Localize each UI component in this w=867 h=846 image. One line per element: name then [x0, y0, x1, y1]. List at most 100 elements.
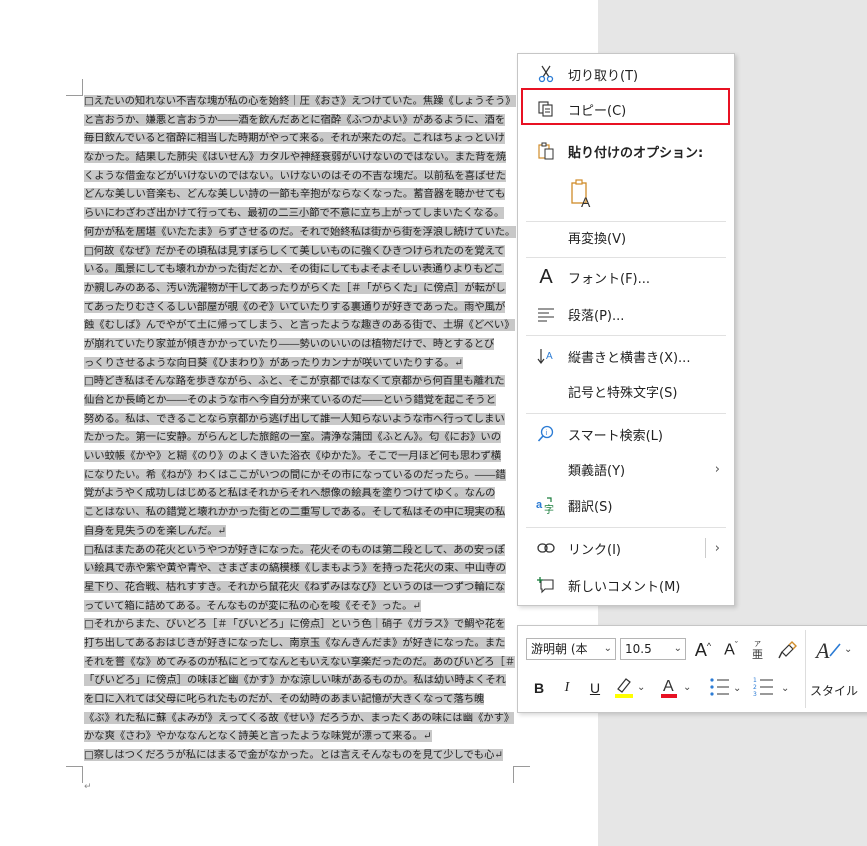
numbering-button[interactable]: 1 2 3 ⌄ — [752, 674, 798, 700]
menu-item-reconvert[interactable]: 再変換(V) — [518, 220, 734, 254]
svg-text:A: A — [546, 351, 553, 362]
document-line[interactable]: っくりさせるような向日葵《ひまわり》があったりカンナが咲いていたりする。↵ — [84, 354, 516, 373]
selected-text: なかった。結果した肺尖《はいせん》カタルや神経衰弱がいけないのではない。また背を… — [84, 151, 507, 164]
document-line[interactable]: どんな美しい音楽も、どんな美しい詩の一節も辛抱がならなくなった。蓄音器を聴かせて… — [84, 185, 516, 204]
menu-separator — [526, 257, 726, 258]
document-line[interactable]: かな爽《さわ》やかななんとなく詩美と言ったような味覚が漂って来る。↵ — [84, 727, 516, 746]
document-line[interactable]: ことはない、私の錯覚と壊れかかった街との二重写しである。そして私はその中に現実の… — [84, 503, 516, 522]
document-line[interactable]: 《ぶ》れた私に蘇《よみが》えってくる故《せい》だろうか、まったくあの味には幽《か… — [84, 709, 516, 728]
document-line[interactable]: 星下り、花合戦、枯れすすき。それから鼠花火《ねずみはなび》というのは一つずつ輪に… — [84, 578, 516, 597]
selected-text: 仙台とか長崎とか――そのような市へ今自分が来ているのだ――という錯覚を起こそうと — [84, 394, 496, 406]
document-line[interactable]: いい蚊帳《かや》と糊《のり》のよくきいた浴衣《ゆかた》。そこで一月ほど何も思わず… — [84, 447, 516, 466]
menu-item-thesaurus[interactable]: 類義語(Y) › — [518, 452, 734, 486]
format-painter-button[interactable] — [776, 638, 800, 662]
document-line[interactable]: 毎日飲んでいると宿酔に相当した時期がやって来る。それが来たのだ。これはちょっとい… — [84, 129, 516, 148]
translate-icon: a字 — [536, 495, 556, 515]
font-color-button[interactable]: A ⌄ — [658, 674, 694, 700]
document-line[interactable]: □私はまたあの花火というやつが好きになった。花火そのものは第二段として、あの安っ… — [84, 541, 516, 560]
document-line[interactable]: □何故《なぜ》だかその頃私は見すぼらしくて美しいものに強くひきつけられたのを覚え… — [84, 242, 516, 261]
document-line[interactable]: い絵具で赤や紫や黄や青や、さまざまの縞模様《しまもよう》を持った花火の束、中山寺… — [84, 559, 516, 578]
document-line[interactable]: □察しはつくだろうが私にはまるで金がなかった。とは言えそんなものを見て少しでも心… — [84, 746, 516, 765]
selected-text: 打ち出してあるおはじきが好きになったし、南京玉《なんきんだま》が好きになった。ま… — [84, 636, 506, 649]
document-line[interactable]: になりたい。希《ねが》わくはここがいつの間にかその市になっているのだったら。――… — [84, 466, 516, 485]
selected-text: と言おうか、嫌悪と言おうか――酒を飲んだあとに宿酔《ふつかよい》があるように、酒… — [84, 113, 506, 126]
menu-item-smart-search[interactable]: i スマート検索(L) — [518, 417, 734, 451]
submenu-divider — [705, 538, 706, 558]
phonetic-guide-button[interactable]: ア亜 — [750, 636, 770, 662]
document-line[interactable]: それを嘗《な》めてみるのが私にとってなんともいえない享楽だったのだ。あのびいどろ… — [84, 653, 516, 672]
selected-text: □それからまた、びいどろ［＃「びいどろ」に傍点］という色｜硝子《ガラス》で鯛や花… — [84, 618, 506, 631]
copy-highlight-box — [521, 88, 730, 125]
italic-button[interactable]: I — [558, 676, 576, 700]
menu-item-symbols[interactable]: 記号と特殊文字(S) — [518, 374, 734, 408]
highlight-color-button[interactable]: ⌄ — [612, 674, 648, 700]
underline-button[interactable]: U — [586, 676, 604, 700]
document-line[interactable]: 打ち出してあるおはじきが好きになったし、南京玉《なんきんだま》が好きになった。ま… — [84, 634, 516, 653]
smart-search-icon: i — [536, 424, 556, 444]
bullet-list-icon: ⌄ — [710, 678, 741, 696]
document-line[interactable]: 自身を見失うのを楽しんだ。↵ — [84, 522, 516, 541]
selected-text: いい蚊帳《かや》と糊《のり》のよくきいた浴衣《ゆかた》。そこで一月ほど何も思わず… — [84, 450, 502, 463]
document-line[interactable]: たかった。第一に安静。がらんとした旅館の一室。清浄な蒲団《ふとん》。匂《にお》い… — [84, 428, 516, 447]
link-icon — [536, 538, 556, 558]
new-comment-icon — [536, 575, 556, 595]
paragraph-end-mark: ↵ — [84, 782, 92, 792]
bullets-button[interactable]: ⌄ — [708, 674, 744, 700]
document-line[interactable]: □時どき私はそんな路を歩きながら、ふと、そこが京都ではなくて京都から何百里も離れ… — [84, 372, 516, 391]
page-corner-bottom-right — [513, 766, 530, 783]
document-line[interactable]: 覚がようやく成功しはじめると私はそれからそれへ想像の絵具を塗りつけてゆく。なんの — [84, 484, 516, 503]
selected-text: かな爽《さわ》やかななんとなく詩美と言ったような味覚が漂って来る。↵ — [84, 730, 432, 743]
menu-item-link[interactable]: リンク(I) › — [518, 531, 734, 565]
menu-item-translate[interactable]: a字 翻訳(S) — [518, 488, 734, 522]
shrink-font-button[interactable]: Aˇ — [720, 638, 742, 662]
document-line[interactable]: なかった。結果した肺尖《はいせん》カタルや神経衰弱がいけないのではない。また背を… — [84, 148, 516, 167]
selected-text: 自身を見失うのを楽しんだ。↵ — [84, 524, 227, 537]
selected-text: □察しはつくだろうが私にはまるで金がなかった。とは言えそんなものを見て少しでも心… — [84, 749, 504, 762]
document-line[interactable]: □えたいの知れない不吉な塊が私の心を始終｜圧《おさ》えつけていた。焦躁《しょうそ… — [84, 92, 516, 111]
menu-item-font[interactable]: A フォント(F)... — [518, 260, 734, 294]
paste-text-only-button[interactable]: A — [518, 172, 734, 216]
svg-text:A: A — [814, 638, 830, 663]
svg-text:3: 3 — [753, 691, 757, 698]
document-line[interactable]: てあったりむさくるしい部屋が覗《のぞ》いていたりする裏通りが好きであった。雨や風… — [84, 298, 516, 317]
menu-item-cut[interactable]: 切り取り(T) — [518, 57, 734, 91]
document-line[interactable]: 仙台とか長崎とか――そのような市へ今自分が来ているのだ――という錯覚を起こそうと — [84, 391, 516, 410]
document-line[interactable]: を口に入れては父母に叱られたものだが、その幼時のあまい記憶が大きくなって落ち魄 — [84, 690, 516, 709]
menu-item-paragraph[interactable]: 段落(P)... — [518, 297, 734, 331]
document-line[interactable]: 努める。私は、できることなら京都から逃げ出して誰一人知らないような市へ行ってしま… — [84, 410, 516, 429]
document-line[interactable]: □それからまた、びいどろ［＃「びいどろ」に傍点］という色｜硝子《ガラス》で鯛や花… — [84, 615, 516, 634]
document-line[interactable]: らいにわざわざ出かけて行っても、最初の二三小節で不意に立ち上がってしまいたくなる… — [84, 204, 516, 223]
format-painter-icon — [778, 641, 797, 659]
selected-text: ことはない、私の錯覚と壊れかかった街との二重写しである。そして私はその中に現実の… — [84, 506, 506, 519]
grow-font-icon: A^ — [694, 639, 712, 660]
document-line[interactable]: っていて箱に詰めてある。そんなものが変に私の心を唆《そそ》った。↵ — [84, 597, 516, 616]
svg-text:a: a — [536, 499, 543, 511]
svg-text:1: 1 — [753, 677, 757, 684]
font-name-value: 游明朝 (本 — [531, 642, 588, 656]
menu-item-text-direction[interactable]: A 縦書きと横書き(X)... — [518, 339, 734, 373]
document-line[interactable]: 蝕《むしば》んでやがて土に帰ってしまう、と言ったような趣きのある街で、土塀《どべ… — [84, 316, 516, 335]
chevron-right-icon[interactable]: › — [715, 541, 720, 556]
paragraph-icon — [536, 304, 556, 324]
document-line[interactable]: 「びいどろ」に傍点］の味ほど幽《かす》かな涼しい味があるものか。私は幼い時よくそ… — [84, 671, 516, 690]
document-line[interactable]: と言おうか、嫌悪と言おうか――酒を飲んだあとに宿酔《ふつかよい》があるように、酒… — [84, 111, 516, 130]
page-corner-top-left — [66, 79, 83, 96]
highlighter-icon: ⌄ — [615, 678, 645, 698]
styles-gallery-icon-button[interactable]: A ⌄ — [812, 636, 856, 664]
font-size-select[interactable]: 10.5 ⌄ — [620, 638, 686, 660]
document-line[interactable]: くような借金などがいけないのではない。いけないのはその不吉な塊だ。以前私を喜ばせ… — [84, 167, 516, 186]
document-line[interactable]: が崩れていたり家並が傾きかかっていたり――勢いのいいのは植物だけで、時とするとび — [84, 335, 516, 354]
svg-text:A: A — [663, 678, 674, 695]
font-name-select[interactable]: 游明朝 (本 ⌄ — [526, 638, 616, 660]
selected-text: 《ぶ》れた私に蘇《よみが》えってくる故《せい》だろうか、まったくあの味には幽《か… — [84, 711, 515, 724]
bold-button[interactable]: B — [530, 676, 548, 700]
document-line[interactable]: か親しみのある、汚い洗濯物が干してあったりがらくた［＃「がらくた」に傍点］が転が… — [84, 279, 516, 298]
document-line[interactable]: いる。風景にしても壊れかかった街だとか、その街にしてもよそよそしい表通りよりもど… — [84, 260, 516, 279]
menu-item-label: 翻訳(S) — [568, 499, 613, 515]
grow-font-button[interactable]: A^ — [692, 638, 714, 662]
document-line[interactable]: 何かが私を居堪《いたたま》らずさせるのだ。それで始終私は街から街を浮浪し続けてい… — [84, 223, 516, 242]
selected-text: □えたいの知れない不吉な塊が私の心を始終｜圧《おさ》えつけていた。焦躁《しょうそ… — [84, 95, 516, 107]
document-body[interactable]: □えたいの知れない不吉な塊が私の心を始終｜圧《おさ》えつけていた。焦躁《しょうそ… — [84, 92, 516, 765]
numbered-list-icon: 123 ⌄ — [753, 677, 789, 698]
menu-item-new-comment[interactable]: 新しいコメント(M) — [518, 568, 734, 602]
